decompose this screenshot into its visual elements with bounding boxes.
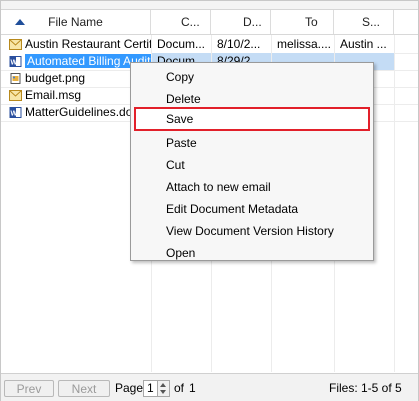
menu-item-save[interactable]: Save — [134, 107, 370, 131]
column-header-d[interactable]: D... — [211, 10, 271, 34]
next-button[interactable]: Next — [58, 380, 110, 397]
file-name-cell[interactable]: Email.msg — [1, 87, 151, 104]
column-header-s[interactable]: S... — [334, 10, 394, 34]
page-number-input[interactable]: 1 — [143, 380, 158, 397]
menu-item-attach-to-new-email[interactable]: Attach to new email — [131, 176, 373, 198]
menu-item-open[interactable]: Open — [131, 242, 373, 264]
email-icon — [9, 39, 22, 50]
context-menu: Copy Delete Save Paste Cut Attach to new… — [130, 62, 374, 261]
email-icon — [9, 90, 22, 101]
file-name: Email.msg — [25, 88, 82, 102]
column-header-row: File Name C... D... To S... — [1, 10, 418, 35]
file-name-cell[interactable]: budget.png — [1, 70, 151, 87]
menu-item-label: Open — [166, 246, 196, 260]
total-pages: 1 — [189, 381, 196, 395]
word-doc-icon: W — [9, 56, 22, 67]
menu-item-label: View Document Version History — [166, 224, 334, 238]
menu-item-edit-document-metadata[interactable]: Edit Document Metadata — [131, 198, 373, 220]
c-cell: Docum... — [157, 37, 206, 51]
menu-item-label: Cut — [166, 158, 185, 172]
file-list-panel: File Name C... D... To S... Austin Resta… — [0, 0, 419, 401]
file-name: budget.png — [25, 71, 86, 85]
spin-down-icon[interactable] — [160, 390, 166, 394]
page-spinner[interactable] — [158, 380, 170, 397]
column-header-label: To — [305, 15, 318, 29]
file-name-cell[interactable]: W MatterGuidelines.docx — [1, 104, 151, 121]
menu-item-label: Paste — [166, 136, 197, 150]
to-cell: melissa.... — [277, 37, 332, 51]
file-name-cell[interactable]: W Automated Billing Audits — [1, 53, 151, 70]
menu-item-copy[interactable]: Copy — [131, 66, 373, 88]
menu-item-cut[interactable]: Cut — [131, 154, 373, 176]
file-name-cell[interactable]: Austin Restaurant Certifi... — [1, 36, 151, 53]
d-cell: 8/10/2... — [217, 37, 261, 51]
pager-bar: Prev Next Page 1 of 1 Files: 1-5 of 5 — [1, 373, 418, 401]
prev-button[interactable]: Prev — [4, 380, 54, 397]
sort-ascending-icon — [15, 19, 25, 25]
column-header-file-name[interactable]: File Name — [1, 10, 151, 34]
menu-item-label: Save — [166, 112, 194, 126]
table-row[interactable]: Austin Restaurant Certifi... Docum... 8/… — [1, 36, 418, 53]
column-header-label: C... — [181, 15, 200, 29]
page-label: Page — [115, 381, 144, 395]
column-header-label: D... — [243, 15, 262, 29]
of-label: of — [174, 381, 185, 395]
image-file-icon — [10, 73, 21, 84]
menu-item-paste[interactable]: Paste — [131, 132, 373, 154]
column-header-label: S... — [362, 15, 381, 29]
spin-up-icon[interactable] — [160, 383, 166, 387]
column-header-c[interactable]: C... — [151, 10, 211, 34]
menu-item-label: Edit Document Metadata — [166, 202, 299, 216]
menu-item-label: Attach to new email — [166, 180, 271, 194]
word-doc-icon: W — [9, 107, 22, 118]
top-strip — [1, 1, 418, 10]
menu-item-label: Copy — [166, 70, 195, 84]
column-header-to[interactable]: To — [271, 10, 334, 34]
s-cell: Austin ... — [340, 37, 387, 51]
files-status: Files: 1-5 of 5 — [329, 381, 402, 395]
file-name: MatterGuidelines.docx — [25, 105, 145, 119]
menu-item-view-version-history[interactable]: View Document Version History — [131, 220, 373, 242]
file-name: Austin Restaurant Certifi... — [25, 37, 151, 51]
svg-text:W: W — [11, 111, 18, 118]
svg-text:W: W — [11, 60, 18, 67]
column-header-label: File Name — [48, 15, 103, 29]
